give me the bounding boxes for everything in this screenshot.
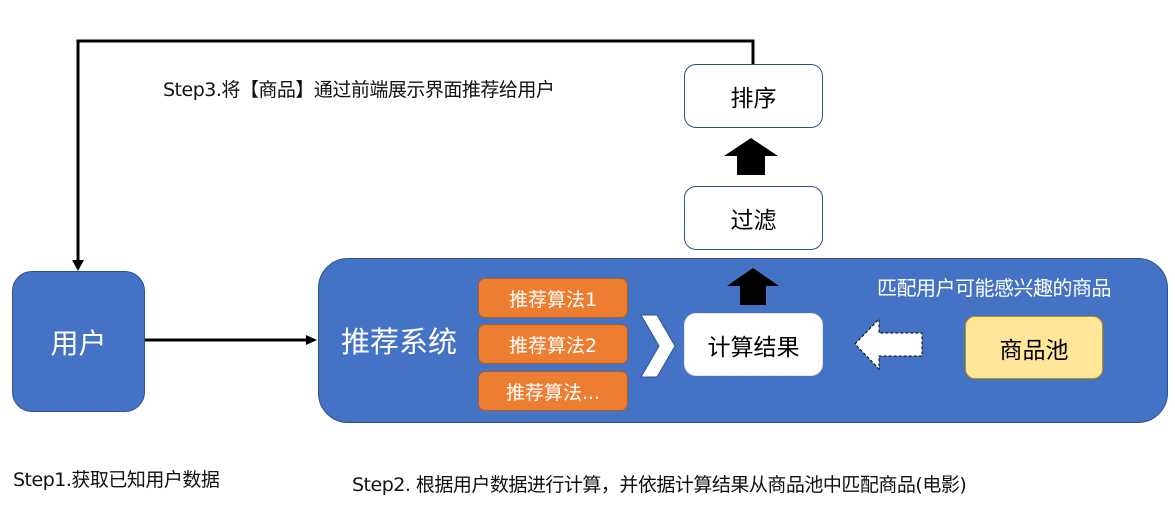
filter-node: 过滤 [684, 186, 823, 250]
step3-caption: Step3.将【商品】通过前端展示界面推荐给用户 [163, 79, 555, 101]
item-pool-label: 商品池 [999, 337, 1069, 364]
recommender-system-label: 推荐系统 [341, 325, 458, 359]
feedback-arrowhead [72, 260, 84, 271]
item-pool-node: 商品池 [965, 316, 1103, 379]
arrow-up-icon [724, 138, 778, 175]
compute-result-label: 计算结果 [707, 334, 800, 361]
sort-node: 排序 [684, 64, 823, 128]
arrow-up-icon [727, 268, 779, 305]
chevron-right-icon [640, 314, 676, 378]
algorithm-more: 推荐算法... [478, 371, 628, 411]
user-node: 用户 [12, 271, 145, 412]
filter-label: 过滤 [730, 208, 777, 234]
step1-caption: Step1.获取已知用户数据 [13, 469, 220, 491]
arrow-left-icon [854, 318, 923, 370]
compute-result-node: 计算结果 [684, 313, 823, 376]
sort-label: 排序 [730, 86, 777, 112]
step2-caption: Step2. 根据用户数据进行计算，并依据计算结果从商品池中匹配商品(电影) [352, 474, 967, 496]
user-node-label: 用户 [50, 326, 107, 360]
match-note: 匹配用户可能感兴趣的商品 [877, 276, 1112, 300]
algorithm-2: 推荐算法2 [478, 324, 628, 364]
user-to-system-arrowhead [306, 335, 317, 345]
algorithm-1: 推荐算法1 [478, 278, 628, 318]
